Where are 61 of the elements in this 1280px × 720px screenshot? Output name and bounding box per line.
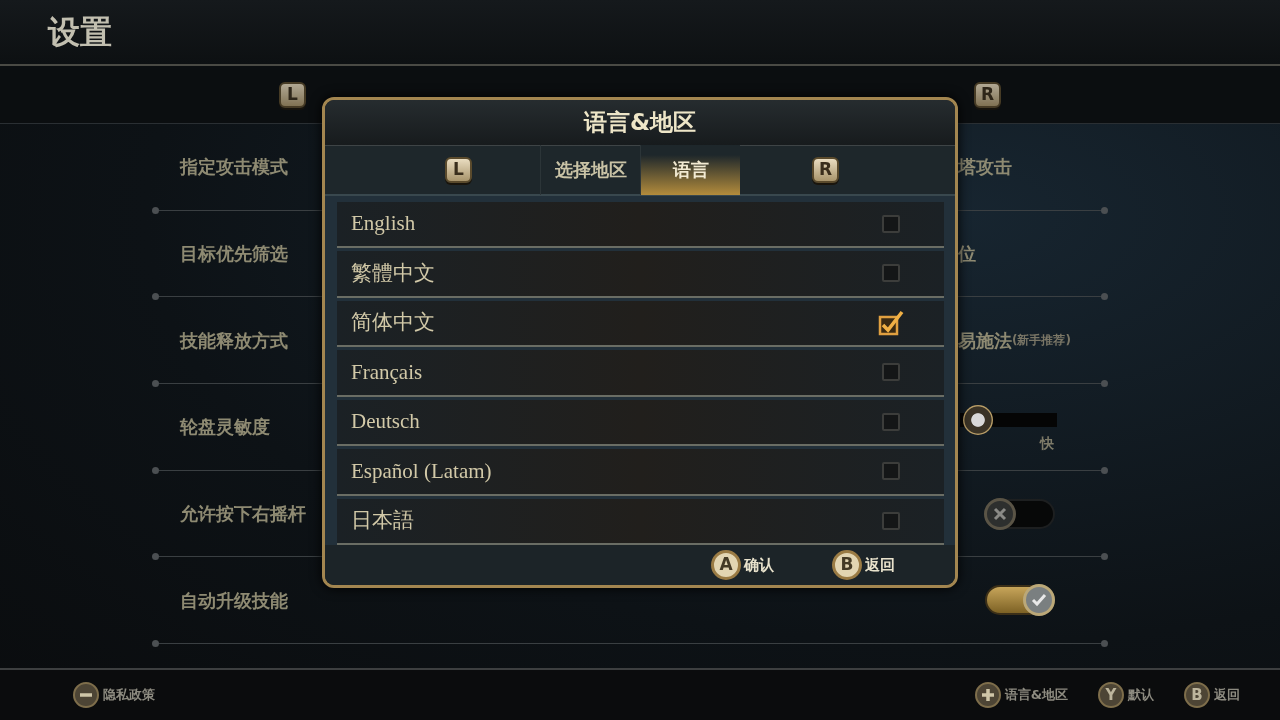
cross-icon [993,506,1007,521]
setting-label: 自动升级技能 [180,589,288,611]
setting-label: 技能释放方式 [180,329,288,351]
shoulder-button[interactable]: R [974,81,1001,108]
language-option[interactable]: 繁體中文 [337,251,944,298]
dialog-tab[interactable]: 语言 [640,144,740,195]
slider-max-label: 快 [1040,433,1054,453]
controller-button[interactable]: Y [1098,682,1124,708]
line-end-dot [152,553,159,561]
line-end-dot [1101,553,1108,561]
checkbox[interactable] [882,363,900,382]
hint-label: 返回 [1214,686,1240,705]
action-label: 确认 [744,554,774,576]
line-end-dot [152,640,159,648]
hint-label: 默认 [1128,686,1154,705]
setting-value[interactable]: 塔攻击 [958,153,1012,181]
setting-note: (新手推荐) [1012,333,1071,348]
line-end-dot [152,380,159,388]
line-end-dot [1101,206,1108,214]
setting-label: 允许按下右摇杆 [180,503,306,525]
language-option[interactable]: Français [337,350,944,397]
page-title: 设置 [48,12,112,53]
language-option[interactable]: Deutsch [337,399,944,447]
setting-value[interactable]: 位 [958,240,976,268]
controller-button[interactable]: B [832,550,862,581]
action-label: 返回 [865,554,895,576]
checkmark-icon [1031,593,1047,608]
line-end-dot [152,293,159,301]
dialog-title: 语言&地区 [583,108,697,138]
setting-label: 目标优先筛选 [180,243,288,265]
checkbox[interactable] [882,264,900,283]
checkbox[interactable] [882,214,900,233]
shoulder-button[interactable]: L [445,156,472,183]
language-option[interactable]: 日本語 [337,498,944,546]
slider-thumb[interactable] [963,404,994,435]
shoulder-button[interactable]: R [812,156,839,183]
hint-label: 语言&地区 [1004,686,1068,705]
plus-icon[interactable] [974,682,1001,708]
setting-label: 轮盘灵敏度 [180,416,270,438]
toggle-switch[interactable] [985,498,1055,529]
language-option[interactable]: English [337,201,944,249]
line-end-dot [1101,466,1108,474]
shoulder-button[interactable]: L [279,81,306,108]
checkbox[interactable] [882,412,900,431]
setting-label: 指定攻击模式 [180,156,288,178]
checkbox[interactable] [882,462,900,481]
minus-icon[interactable] [73,682,99,708]
line-end-dot [1101,380,1108,388]
line-end-dot [1101,293,1108,301]
setting-value[interactable]: 易施法 [958,326,1012,354]
hint-label: 隐私政策 [103,686,155,705]
controller-button[interactable]: B [1184,682,1210,708]
language-option[interactable]: Español (Latam) [337,449,944,496]
line-end-dot [152,206,159,214]
line-end-dot [152,466,159,474]
line-end-dot [1101,640,1108,648]
checkbox[interactable] [878,309,904,336]
toggle-switch[interactable] [985,585,1055,616]
controller-button[interactable]: A [711,550,741,581]
language-option[interactable]: 简体中文 [337,300,944,348]
checkbox[interactable] [882,511,900,530]
